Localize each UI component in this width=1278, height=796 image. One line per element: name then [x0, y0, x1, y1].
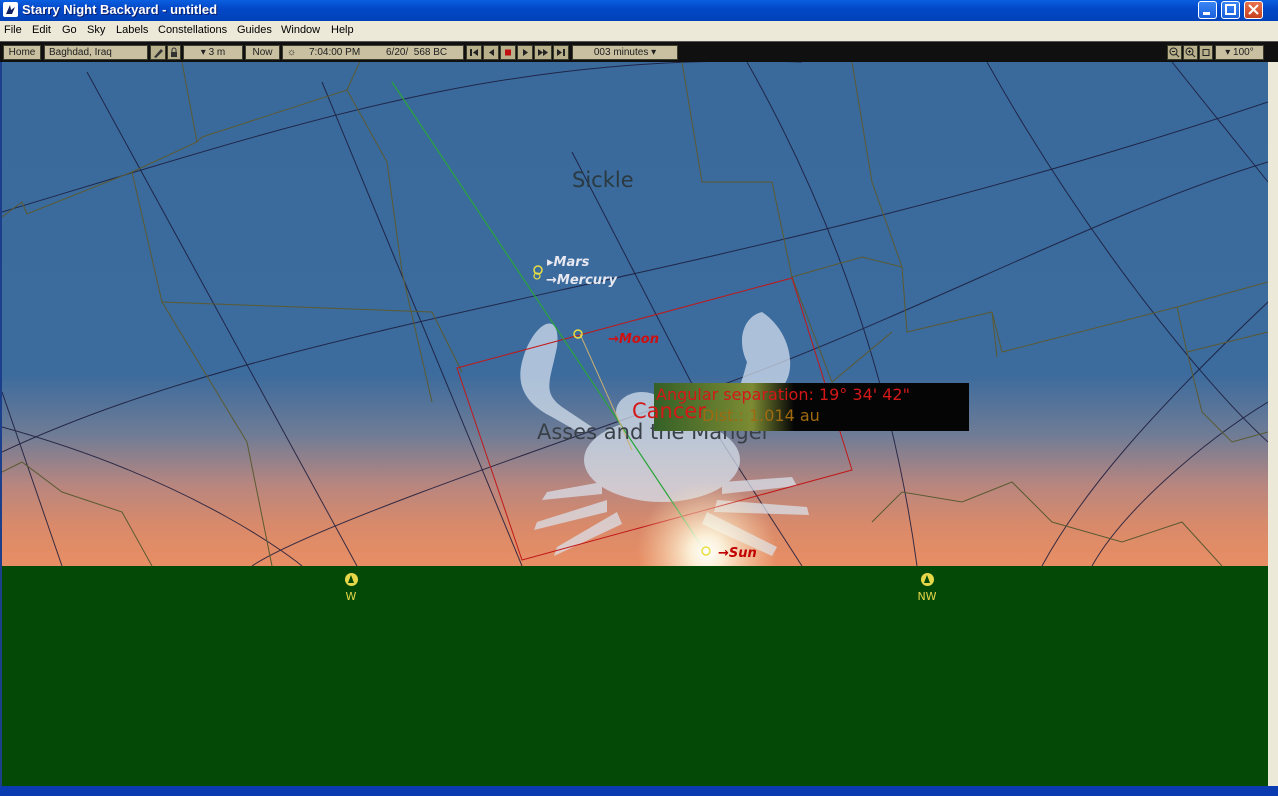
control-toolbar: Home Baghdad, Iraq ▾ 3 m Now ☼ 7:04:00 P… [0, 41, 1278, 64]
sky-overlay [2, 62, 1268, 566]
minimize-icon [1203, 12, 1210, 15]
window-left-border [0, 62, 2, 786]
location-field[interactable]: Baghdad, Iraq [44, 45, 148, 60]
date-value: 6/20/ 568 BC [386, 47, 448, 58]
compass-northwest: NW [907, 573, 947, 603]
time-value: 7:04:00 PM [309, 47, 361, 58]
compass-west: W [331, 573, 371, 603]
cancer-label[interactable]: Cancer [632, 399, 706, 423]
window-right-border [1268, 62, 1278, 786]
sky-view[interactable]: Sickle Asses and the Manger ▸Mars →Mercu… [2, 62, 1268, 566]
compass-northwest-label: NW [917, 590, 937, 603]
starry-night-app-icon[interactable] [3, 2, 18, 17]
mercury-name: Mercury [556, 273, 617, 288]
title-bar: Starry Night Backyard - untitled [0, 0, 1278, 21]
lock-icon[interactable] [167, 45, 181, 60]
step-forward-end-icon[interactable] [553, 45, 569, 60]
distance-text: Dist.: 1.014 au [702, 406, 820, 425]
time-step-dropdown[interactable]: 003 minutes ▾ [572, 45, 678, 60]
moon-marker[interactable] [573, 329, 583, 339]
sun-name: Sun [728, 546, 757, 561]
sickle-label[interactable]: Sickle [572, 168, 634, 192]
maximize-button[interactable] [1221, 1, 1240, 19]
mars-name: Mars [553, 255, 590, 270]
compass-west-icon [344, 573, 358, 586]
home-button[interactable]: Home [3, 45, 41, 60]
maximize-icon [1225, 4, 1236, 15]
time-date-field[interactable]: ☼ 7:04:00 PM 6/20/ 568 BC [282, 45, 464, 60]
menu-window[interactable]: Window [281, 24, 320, 36]
zoom-reset-icon[interactable] [1199, 45, 1213, 60]
play-icon[interactable] [517, 45, 533, 60]
zoom-out-icon[interactable] [1167, 45, 1182, 60]
menu-help[interactable]: Help [331, 24, 354, 36]
close-icon [1248, 4, 1259, 15]
step-back-icon[interactable] [483, 45, 499, 60]
minimize-button[interactable] [1198, 1, 1217, 19]
compass-west-label: W [345, 590, 357, 603]
window-title: Starry Night Backyard - untitled [22, 2, 218, 17]
sun-label[interactable]: →Sun [718, 546, 757, 561]
horizon-ground: W NW [2, 566, 1268, 786]
compass-northwest-icon [920, 573, 934, 586]
stop-icon[interactable] [500, 45, 516, 60]
menu-go[interactable]: Go [62, 24, 77, 36]
mars-label[interactable]: ▸Mars [547, 255, 589, 270]
menu-constellations[interactable]: Constellations [158, 24, 227, 36]
measurement-line [391, 81, 708, 555]
menu-sky[interactable]: Sky [87, 24, 105, 36]
moon-label[interactable]: →Moon [608, 332, 659, 347]
elevation-dropdown[interactable]: ▾ 3 m [183, 45, 243, 60]
menu-labels[interactable]: Labels [116, 24, 148, 36]
close-button[interactable] [1244, 1, 1263, 19]
sun-time-icon: ☼ [287, 47, 297, 58]
menu-bar: File Edit Go Sky Labels Constellations G… [0, 21, 1278, 41]
mercury-label[interactable]: →Mercury [546, 273, 617, 288]
fast-forward-icon[interactable] [534, 45, 552, 60]
step-back-start-icon[interactable] [466, 45, 482, 60]
menu-edit[interactable]: Edit [32, 24, 51, 36]
pencil-icon[interactable] [150, 45, 166, 60]
moon-name: Moon [618, 332, 659, 347]
menu-guides[interactable]: Guides [237, 24, 272, 36]
field-of-view-dropdown[interactable]: ▾ 100° [1215, 45, 1264, 60]
now-button[interactable]: Now [245, 45, 280, 60]
zoom-in-icon[interactable] [1183, 45, 1198, 60]
menu-file[interactable]: File [4, 24, 22, 36]
window-bottom-border [0, 786, 1278, 796]
